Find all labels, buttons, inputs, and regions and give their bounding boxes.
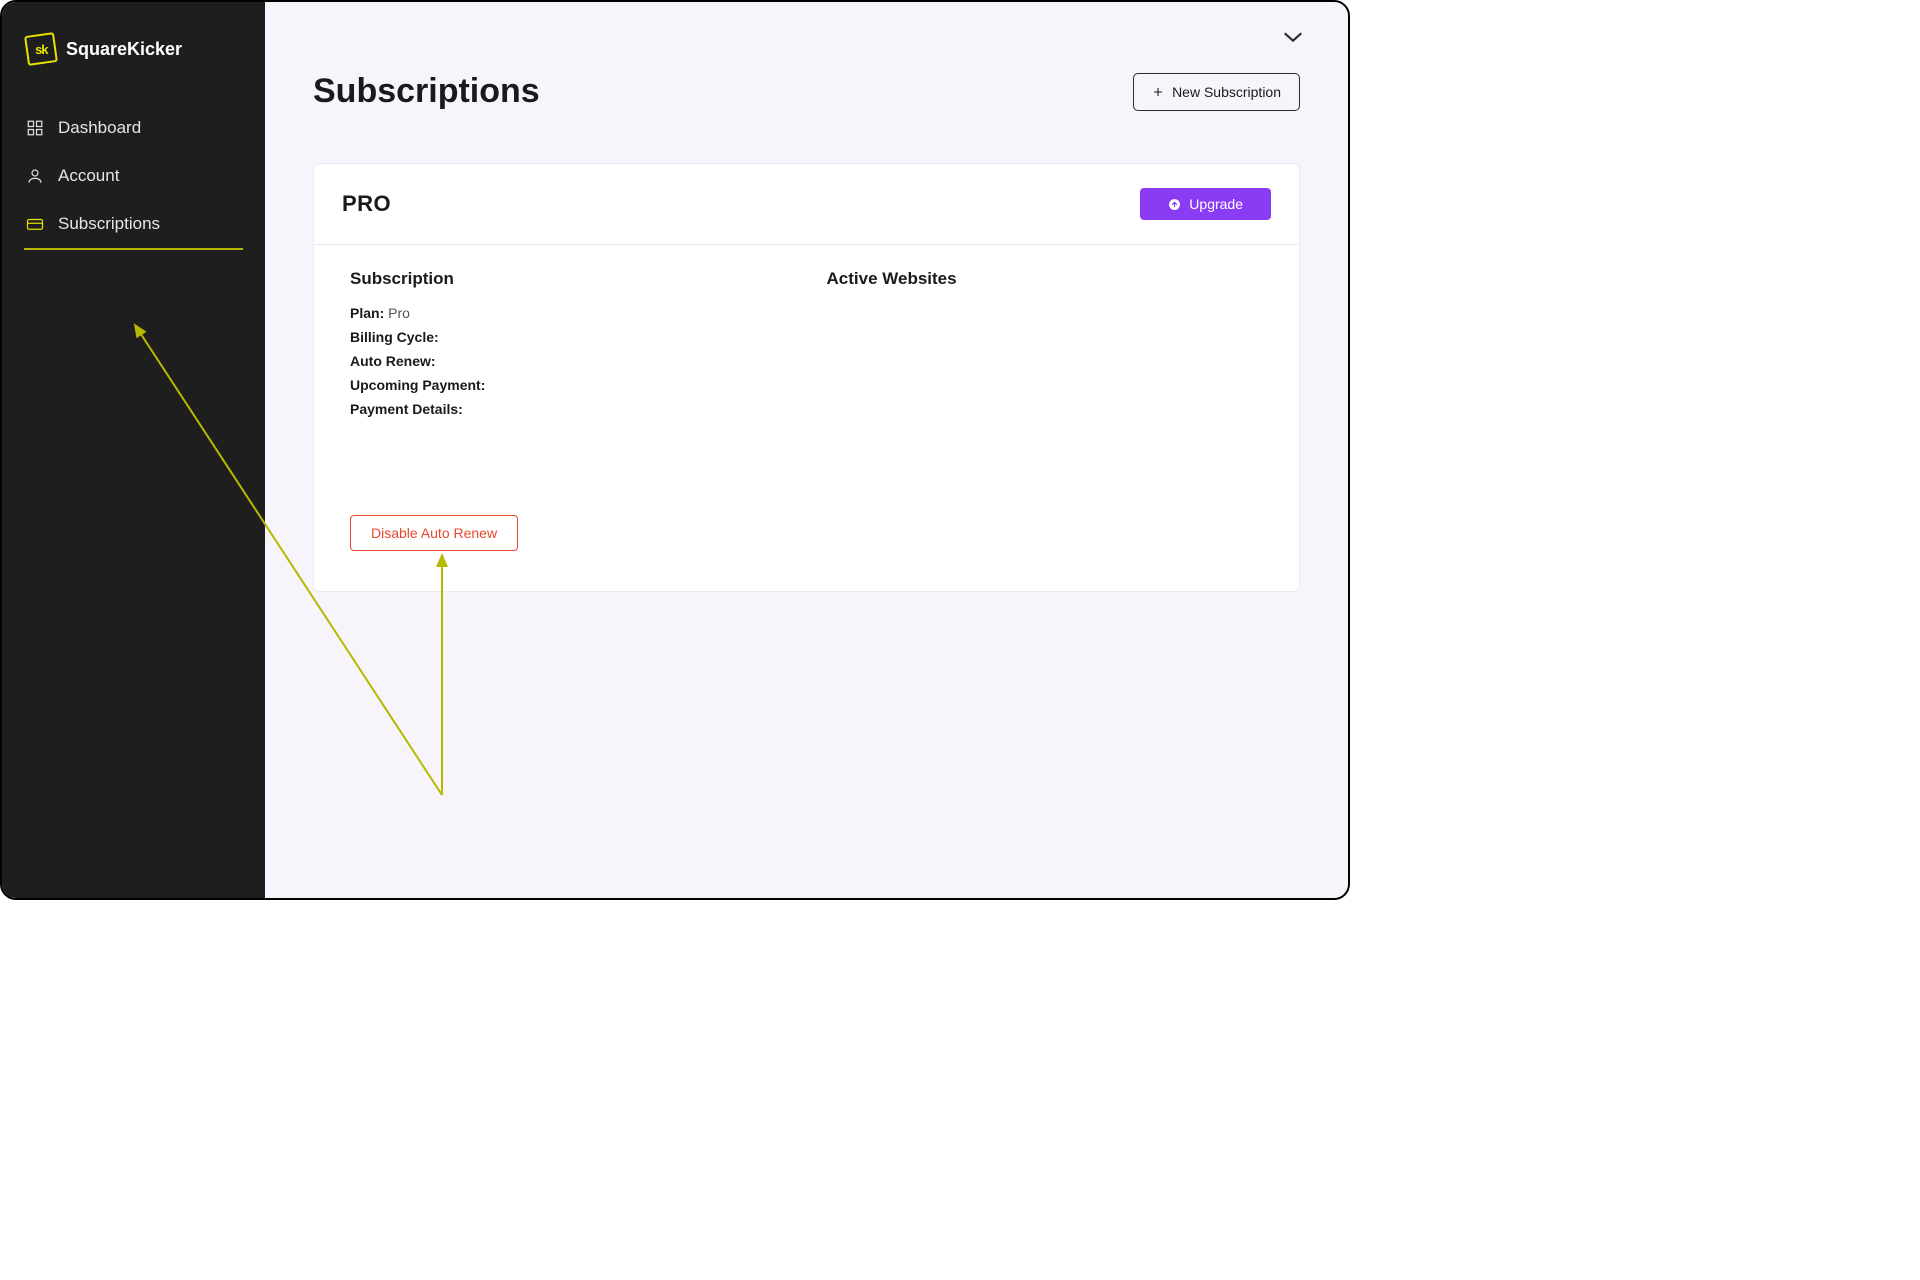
upgrade-icon xyxy=(1168,198,1181,211)
detail-plan: Plan: Pro xyxy=(350,305,787,321)
subscription-details-column: Subscription Plan: Pro Billing Cycle: Au… xyxy=(350,269,787,551)
detail-value: Pro xyxy=(388,305,410,321)
detail-label: Payment Details: xyxy=(350,401,463,417)
subscription-card-header: PRO Upgrade xyxy=(314,164,1299,245)
subscription-card-body: Subscription Plan: Pro Billing Cycle: Au… xyxy=(314,245,1299,591)
sidebar-item-label: Account xyxy=(58,166,119,186)
upgrade-button[interactable]: Upgrade xyxy=(1140,188,1271,220)
detail-label: Auto Renew: xyxy=(350,353,436,369)
detail-billing-cycle: Billing Cycle: xyxy=(350,329,787,345)
chevron-down-icon xyxy=(1282,30,1304,44)
active-websites-column: Active Websites xyxy=(827,269,1264,551)
plan-name: PRO xyxy=(342,191,391,217)
subscription-section-title: Subscription xyxy=(350,269,787,289)
detail-label: Billing Cycle: xyxy=(350,329,439,345)
new-subscription-label: New Subscription xyxy=(1172,84,1281,100)
dashboard-icon xyxy=(26,119,44,137)
sidebar: sk SquareKicker Dashboard Account Subscr… xyxy=(2,2,265,898)
subscriptions-icon xyxy=(26,215,44,233)
subscription-card: PRO Upgrade Subscription Plan: Pro Billi… xyxy=(313,163,1300,592)
sidebar-item-subscriptions[interactable]: Subscriptions xyxy=(24,200,243,250)
page-title: Subscriptions xyxy=(313,72,540,111)
upgrade-label: Upgrade xyxy=(1189,196,1243,212)
new-subscription-button[interactable]: New Subscription xyxy=(1133,73,1300,111)
plus-icon xyxy=(1152,86,1164,98)
brand-logo-text: SquareKicker xyxy=(66,39,182,60)
disable-auto-renew-button[interactable]: Disable Auto Renew xyxy=(350,515,518,551)
collapse-toggle[interactable] xyxy=(1282,30,1304,49)
disable-auto-renew-label: Disable Auto Renew xyxy=(371,525,497,541)
websites-section-title: Active Websites xyxy=(827,269,1264,289)
brand-logo[interactable]: sk SquareKicker xyxy=(2,34,265,104)
sidebar-item-label: Dashboard xyxy=(58,118,141,138)
brand-logo-icon: sk xyxy=(24,32,58,66)
main-content: Subscriptions New Subscription PRO Upgra… xyxy=(265,2,1348,898)
sidebar-item-account[interactable]: Account xyxy=(2,152,265,200)
sidebar-item-dashboard[interactable]: Dashboard xyxy=(2,104,265,152)
detail-auto-renew: Auto Renew: xyxy=(350,353,787,369)
page-header: Subscriptions New Subscription xyxy=(265,2,1348,143)
detail-payment-details: Payment Details: xyxy=(350,401,787,417)
app-frame: sk SquareKicker Dashboard Account Subscr… xyxy=(0,0,1350,900)
detail-label: Upcoming Payment: xyxy=(350,377,485,393)
detail-upcoming-payment: Upcoming Payment: xyxy=(350,377,787,393)
account-icon xyxy=(26,167,44,185)
sidebar-item-label: Subscriptions xyxy=(58,214,160,234)
detail-label: Plan: xyxy=(350,305,384,321)
